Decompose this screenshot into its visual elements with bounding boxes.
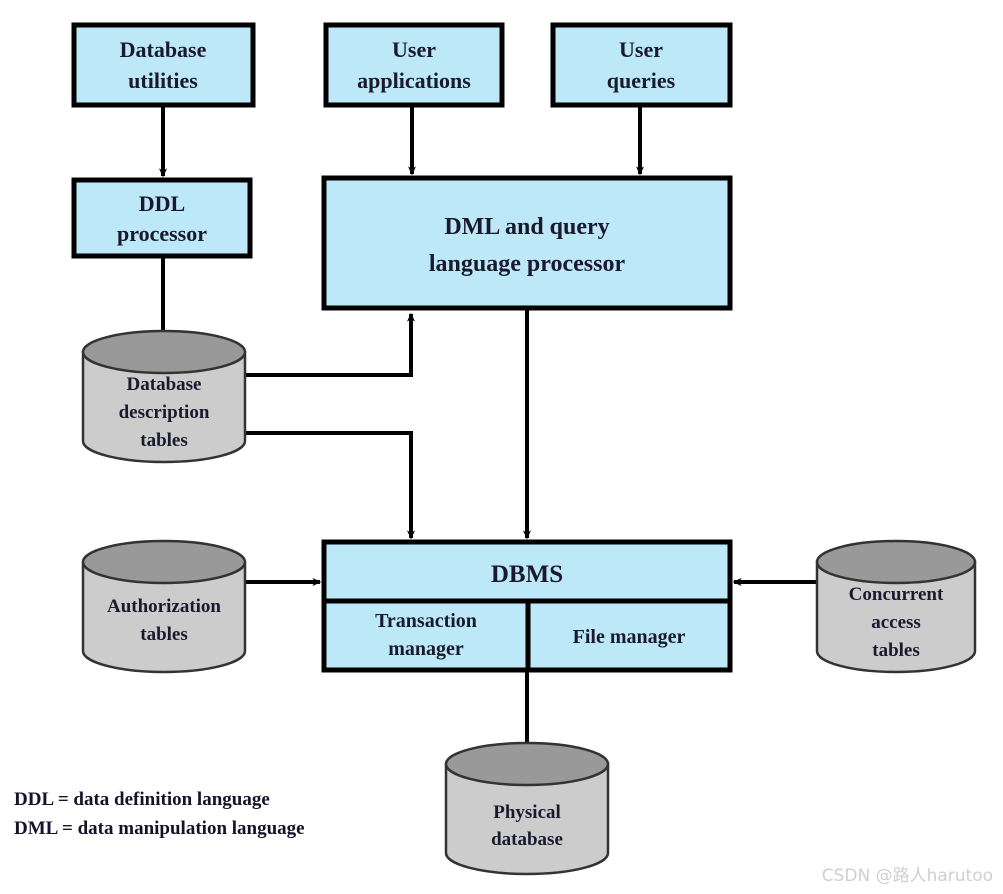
box-dbms[interactable]: DBMS Transaction manager File manager bbox=[321, 539, 733, 673]
cylinder-top-ellipse bbox=[81, 329, 247, 375]
diagram-canvas: Database description tables Authorizatio… bbox=[0, 0, 1003, 894]
box-label-line-2: queries bbox=[607, 68, 676, 93]
box-label-line-1: User bbox=[392, 37, 436, 62]
cylinder-label-line-2: access bbox=[871, 612, 921, 633]
cylinder-label-line-2: description bbox=[119, 402, 210, 423]
cylinder-top-ellipse bbox=[81, 539, 247, 585]
box-label-line-2: utilities bbox=[128, 68, 198, 93]
box-user-applications[interactable]: User applications bbox=[323, 22, 505, 108]
legend: DDL = data definition language DML = dat… bbox=[14, 789, 305, 839]
box-rect[interactable] bbox=[321, 175, 733, 311]
cylinder-label-line-2: tables bbox=[140, 624, 188, 645]
box-label-line-1: User bbox=[619, 37, 663, 62]
arrow-description-to-dbms bbox=[245, 431, 415, 540]
box-user-queries[interactable]: User queries bbox=[550, 22, 733, 108]
cylinder-label-line-2: database bbox=[491, 829, 563, 850]
arrow-description-to-dml bbox=[245, 312, 415, 377]
cylinder-top-ellipse bbox=[815, 539, 977, 585]
dbms-architecture-diagram: Database description tables Authorizatio… bbox=[14, 22, 993, 886]
cylinder-label-line-3: tables bbox=[872, 640, 920, 661]
box-database-utilities[interactable]: Database utilities bbox=[71, 22, 256, 108]
file-manager-label: File manager bbox=[573, 626, 686, 648]
cylinder-physical-database: Physical database bbox=[444, 741, 610, 876]
box-label-line-2: language processor bbox=[429, 251, 626, 277]
legend-line-dml: DML = data manipulation language bbox=[14, 818, 305, 839]
cylinder-authorization-tables: Authorization tables bbox=[81, 539, 247, 674]
cylinder-concurrent-access-tables: Concurrent access tables bbox=[815, 539, 977, 674]
box-ddl-processor[interactable]: DDL processor bbox=[71, 177, 253, 259]
box-label-line-2: applications bbox=[357, 68, 471, 93]
box-label-line-2: processor bbox=[117, 221, 207, 246]
transaction-manager-label-line-1: Transaction bbox=[375, 610, 477, 632]
cylinder-label-line-1: Authorization bbox=[107, 596, 221, 617]
csdn-watermark: CSDN @路人harutoo bbox=[822, 866, 993, 886]
box-dml-query-processor[interactable]: DML and query language processor bbox=[321, 175, 733, 311]
box-label-line-1: DDL bbox=[139, 191, 185, 216]
dbms-title: DBMS bbox=[491, 561, 563, 588]
legend-line-ddl: DDL = data definition language bbox=[14, 789, 270, 810]
box-label-line-1: DML and query bbox=[444, 214, 609, 240]
transaction-manager-label-line-2: manager bbox=[388, 638, 464, 660]
cylinder-label-line-1: Physical bbox=[493, 802, 561, 823]
cylinder-top-ellipse bbox=[444, 741, 610, 787]
cylinder-database-description-tables: Database description tables bbox=[81, 329, 247, 464]
box-label-line-1: Database bbox=[120, 37, 207, 62]
cylinder-label-line-3: tables bbox=[140, 430, 188, 451]
cylinder-label-line-1: Concurrent bbox=[849, 584, 944, 605]
cylinder-label-line-1: Database bbox=[127, 374, 202, 395]
